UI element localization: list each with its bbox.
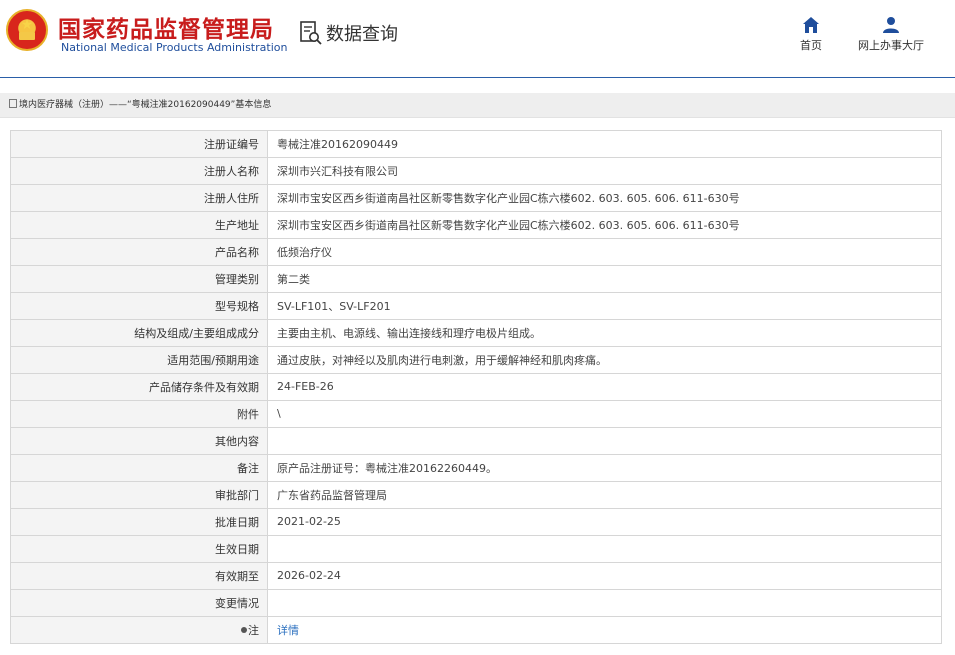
row-label: 注册人名称 xyxy=(10,156,268,185)
row-label: 其他内容 xyxy=(10,426,268,455)
note-value-cell: 详情 xyxy=(267,615,942,644)
row-value: 深圳市宝安区西乡街道南昌社区新零售数字化产业园C栋六楼602. 603. 605… xyxy=(267,183,942,212)
row-value xyxy=(267,534,942,563)
table-row: 结构及组成/主要组成成分 主要由主机、电源线、输出连接线和理疗电极片组成。 xyxy=(10,318,942,347)
row-label: 附件 xyxy=(10,399,268,428)
note-label: 注 xyxy=(248,623,259,637)
table-row: 产品储存条件及有效期 24-FEB-26 xyxy=(10,372,942,401)
row-label: 型号规格 xyxy=(10,291,268,320)
table-row: 批准日期 2021-02-25 xyxy=(10,507,942,536)
row-value: 原产品注册证号：粤械注准20162260449。 xyxy=(267,453,942,482)
row-value: 通过皮肤，对神经以及肌肉进行电刺激，用于缓解神经和肌肉疼痛。 xyxy=(267,345,942,374)
data-query-label: 数据查询 xyxy=(326,24,398,45)
row-value: 广东省药品监督管理局 xyxy=(267,480,942,509)
pin-icon xyxy=(241,626,247,633)
row-value: 24-FEB-26 xyxy=(267,372,942,401)
row-value: 2021-02-25 xyxy=(267,507,942,536)
row-label: 变更情况 xyxy=(10,588,268,617)
table-row: 有效期至 2026-02-24 xyxy=(10,561,942,590)
row-value xyxy=(267,426,942,455)
national-emblem-icon: ★ xyxy=(6,9,48,51)
table-row: 产品名称 低频治疗仪 xyxy=(10,237,942,266)
row-value xyxy=(267,588,942,617)
row-label: 批准日期 xyxy=(10,507,268,536)
table-row: 适用范围/预期用途 通过皮肤，对神经以及肌肉进行电刺激，用于缓解神经和肌肉疼痛。 xyxy=(10,345,942,374)
table-row: 管理类别 第二类 xyxy=(10,264,942,293)
row-value: 深圳市兴汇科技有限公司 xyxy=(267,156,942,185)
table-row: 生效日期 xyxy=(10,534,942,563)
table-row: 变更情况 xyxy=(10,588,942,617)
table-row: 注册证编号 粤械注准20162090449 xyxy=(10,130,942,158)
site-header: ★ 国家药品监督管理局 National Medical Products Ad… xyxy=(0,0,955,78)
table-row: 审批部门 广东省药品监督管理局 xyxy=(10,480,942,509)
table-row: 注册人住所 深圳市宝安区西乡街道南昌社区新零售数字化产业园C栋六楼602. 603… xyxy=(10,183,942,212)
row-value: 主要由主机、电源线、输出连接线和理疗电极片组成。 xyxy=(267,318,942,347)
site-title-en: National Medical Products Administration xyxy=(61,41,288,54)
row-label: 注册证编号 xyxy=(10,130,268,158)
nav-online-hall-label: 网上办事大厅 xyxy=(858,39,924,52)
user-icon xyxy=(883,17,899,33)
table-row: 注册人名称 深圳市兴汇科技有限公司 xyxy=(10,156,942,185)
row-value: 粤械注准20162090449 xyxy=(267,130,942,158)
row-label: 生效日期 xyxy=(10,534,268,563)
table-row: 型号规格 SV-LF101、SV-LF201 xyxy=(10,291,942,320)
row-label: 适用范围/预期用途 xyxy=(10,345,268,374)
row-label: 备注 xyxy=(10,453,268,482)
nav-home[interactable]: 首页 xyxy=(795,16,827,53)
table-row: 生产地址 深圳市宝安区西乡街道南昌社区新零售数字化产业园C栋六楼602. 603.… xyxy=(10,210,942,239)
row-label: 管理类别 xyxy=(10,264,268,293)
document-search-icon xyxy=(300,21,322,45)
info-table: 注册证编号 粤械注准20162090449 注册人名称 深圳市兴汇科技有限公司 注册… xyxy=(10,130,942,644)
breadcrumb: 境内医疗器械（注册）——“粤械注准20162090449”基本信息 xyxy=(0,93,955,118)
table-row: 注 详情 xyxy=(10,615,942,644)
row-label: 注册人住所 xyxy=(10,183,268,212)
data-query-link[interactable]: 数据查询 xyxy=(300,20,398,46)
row-value: \ xyxy=(267,399,942,428)
row-label: 生产地址 xyxy=(10,210,268,239)
document-icon xyxy=(9,99,17,108)
table-row: 附件 \ xyxy=(10,399,942,428)
row-value: 深圳市宝安区西乡街道南昌社区新零售数字化产业园C栋六楼602. 603. 605… xyxy=(267,210,942,239)
row-label: 产品名称 xyxy=(10,237,268,266)
note-label-cell: 注 xyxy=(10,615,268,644)
nav-home-label: 首页 xyxy=(800,39,822,52)
breadcrumb-text: 境内医疗器械（注册）——“粤械注准20162090449”基本信息 xyxy=(19,100,272,110)
nav-online-hall[interactable]: 网上办事大厅 xyxy=(852,16,930,53)
row-label: 结构及组成/主要组成成分 xyxy=(10,318,268,347)
table-row: 其他内容 xyxy=(10,426,942,455)
row-label: 有效期至 xyxy=(10,561,268,590)
row-label: 产品储存条件及有效期 xyxy=(10,372,268,401)
home-icon xyxy=(803,17,819,33)
details-link[interactable]: 详情 xyxy=(277,624,299,637)
site-title-cn: 国家药品监督管理局 xyxy=(58,17,274,43)
row-value: SV-LF101、SV-LF201 xyxy=(267,291,942,320)
table-row: 备注 原产品注册证号：粤械注准20162260449。 xyxy=(10,453,942,482)
row-value: 2026-02-24 xyxy=(267,561,942,590)
row-value: 第二类 xyxy=(267,264,942,293)
row-value: 低频治疗仪 xyxy=(267,237,942,266)
row-label: 审批部门 xyxy=(10,480,268,509)
